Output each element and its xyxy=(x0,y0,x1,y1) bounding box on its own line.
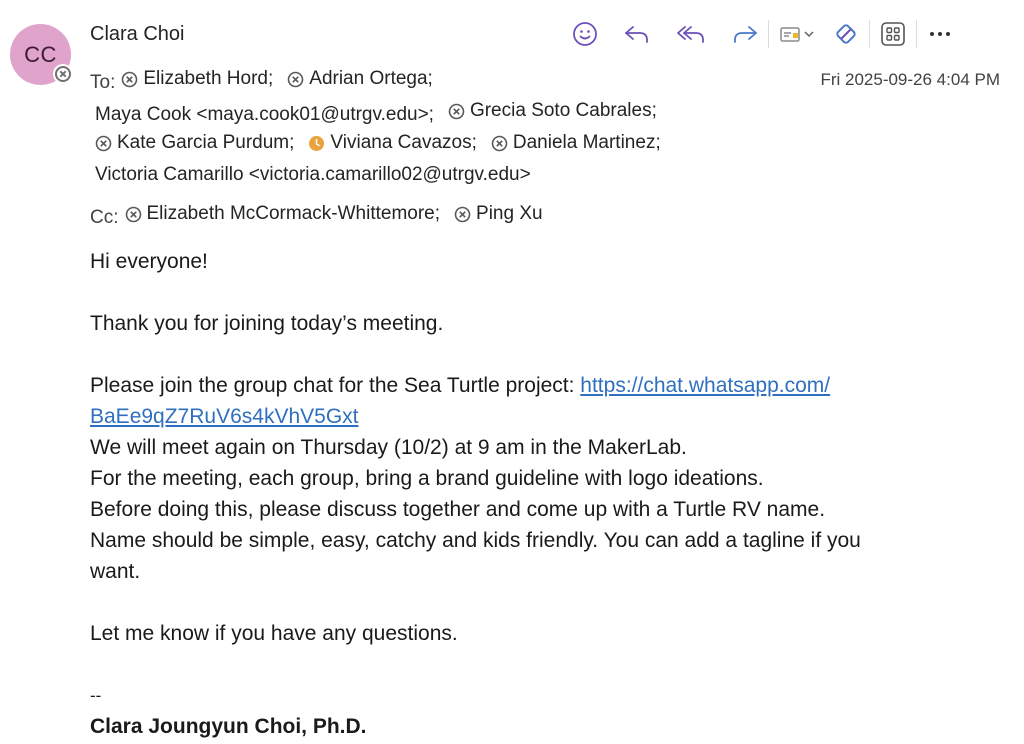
avatar-initials: CC xyxy=(24,41,57,67)
recipient-name[interactable]: Elizabeth McCormack-Whittemore; xyxy=(147,198,441,230)
recipient-name[interactable]: Victoria Camarillo <victoria.camarillo02… xyxy=(95,159,531,191)
diamond-link-icon xyxy=(836,24,856,44)
join-text: Please join the group chat for the Sea T… xyxy=(90,374,581,397)
presence-offline-icon xyxy=(491,135,508,152)
chevron-down-icon xyxy=(804,31,814,38)
recipient-name[interactable]: Grecia Soto Cabrales; xyxy=(470,95,657,127)
presence-offline-icon xyxy=(121,71,138,88)
link-part-1[interactable]: https://chat.whatsapp.com/ xyxy=(580,374,830,397)
recipient-name[interactable]: Maya Cook <maya.cook01@utrgv.edu>; xyxy=(95,99,434,131)
name-line-2: want. xyxy=(90,560,141,583)
recipient-name[interactable]: Daniela Martinez; xyxy=(513,127,661,159)
signature-dash: -- xyxy=(90,686,102,705)
questions-line: Let me know if you have any questions. xyxy=(90,622,458,645)
recipient-chip[interactable]: Victoria Camarillo <victoria.camarillo02… xyxy=(95,159,531,191)
smiley-icon xyxy=(573,22,597,46)
quick-steps-dropdown[interactable] xyxy=(773,15,821,53)
bring-line: For the meeting, each group, bring a bra… xyxy=(90,467,764,490)
recipient-name[interactable]: Kate Garcia Purdum; xyxy=(117,127,294,159)
apps-button[interactable] xyxy=(874,15,912,53)
apps-grid-icon xyxy=(881,22,905,46)
toolbar-divider xyxy=(869,20,870,48)
recipient-name[interactable]: Viviana Cavazos; xyxy=(330,127,476,159)
presence-offline-icon xyxy=(454,206,471,223)
recipient-chip[interactable]: Grecia Soto Cabrales; xyxy=(448,95,657,127)
presence-away-clock-icon xyxy=(308,135,325,152)
recipient-chip[interactable]: Viviana Cavazos; xyxy=(308,127,477,159)
message-toolbar xyxy=(566,15,959,53)
recipient-name[interactable]: Elizabeth Hord; xyxy=(143,63,273,95)
toolbar-divider xyxy=(768,20,769,48)
presence-offline-icon xyxy=(287,71,304,88)
link-part-2[interactable]: BaEe9qZ7RuV6s4kVhV5Gxt xyxy=(90,405,359,428)
meet-line: We will meet again on Thursday (10/2) at… xyxy=(90,436,687,459)
recipient-chip[interactable]: Ping Xu xyxy=(454,198,543,230)
cc-label: Cc: xyxy=(90,206,119,228)
presence-offline-icon xyxy=(125,206,142,223)
to-line-2: Maya Cook <maya.cook01@utrgv.edu>; Grecia… xyxy=(95,95,657,131)
presence-offline-icon xyxy=(448,103,465,120)
reply-icon xyxy=(625,26,648,43)
reply-all-button[interactable] xyxy=(672,15,710,53)
forward-button[interactable] xyxy=(726,15,764,53)
recipient-chip[interactable]: Kate Garcia Purdum; xyxy=(95,127,294,159)
viva-insights-button[interactable] xyxy=(827,15,865,53)
mail-rules-icon xyxy=(780,27,800,42)
reply-button[interactable] xyxy=(618,15,656,53)
more-actions-button[interactable] xyxy=(921,15,959,53)
recipient-chip[interactable]: Daniela Martinez; xyxy=(491,127,661,159)
recipient-name[interactable]: Ping Xu xyxy=(476,198,543,230)
sender-name[interactable]: Clara Choi xyxy=(90,23,184,46)
to-line-3: Kate Garcia Purdum; Viviana Cavazos; Danie… xyxy=(95,127,661,163)
before-line: Before doing this, please discuss togeth… xyxy=(90,498,826,521)
toolbar-divider xyxy=(916,20,917,48)
to-label: To: xyxy=(90,71,116,93)
to-line-4: Victoria Camarillo <victoria.camarillo02… xyxy=(95,159,531,191)
recipient-chip[interactable]: Adrian Ortega; xyxy=(287,63,433,95)
more-dots-icon xyxy=(930,32,950,36)
message-body: Hi everyone! Thank you for joining today… xyxy=(90,246,990,742)
name-line-1: Name should be simple, easy, catchy and … xyxy=(90,529,861,552)
recipient-chip[interactable]: Maya Cook <maya.cook01@utrgv.edu>; xyxy=(95,99,434,131)
reply-all-icon xyxy=(677,26,704,43)
thanks-line: Thank you for joining today’s meeting. xyxy=(90,312,444,335)
recipient-chip[interactable]: Elizabeth Hord; xyxy=(121,63,273,95)
react-emoji-button[interactable] xyxy=(566,15,604,53)
presence-offline-icon xyxy=(95,135,112,152)
cc-line: Cc: Elizabeth McCormack-Whittemore; Ping X… xyxy=(90,198,543,234)
recipient-name[interactable]: Adrian Ortega; xyxy=(309,63,433,95)
sent-date: Fri 2025-09-26 4:04 PM xyxy=(820,70,1000,89)
to-line-1: To: Elizabeth Hord; Adrian Ortega; xyxy=(90,63,433,99)
join-line: Please join the group chat for the Sea T… xyxy=(90,370,990,432)
recipient-chip[interactable]: Elizabeth McCormack-Whittemore; xyxy=(125,198,441,230)
presence-offline-icon xyxy=(53,64,73,84)
greeting: Hi everyone! xyxy=(90,250,208,273)
forward-icon xyxy=(734,26,757,43)
signature-name: Clara Joungyun Choi, Ph.D. xyxy=(90,715,367,738)
